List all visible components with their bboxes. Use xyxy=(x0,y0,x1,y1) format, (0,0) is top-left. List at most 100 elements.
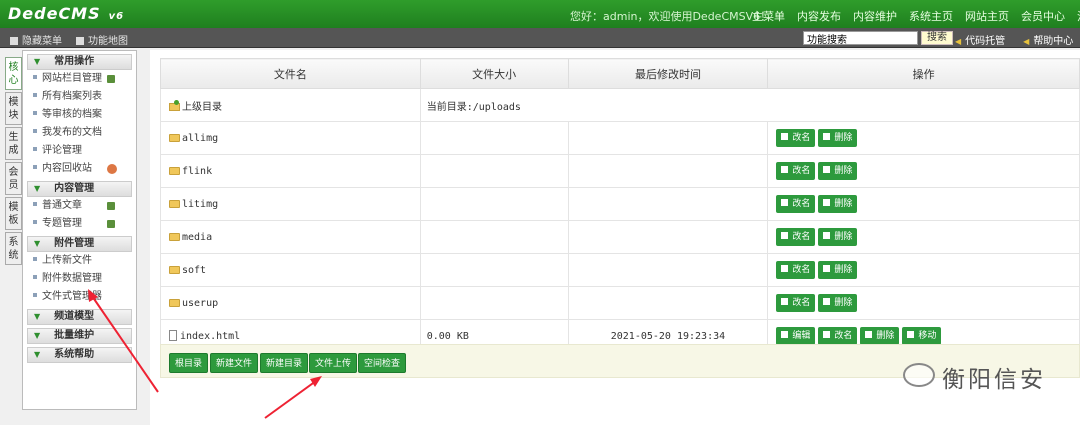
menu-item-articles[interactable]: 普通文章 xyxy=(23,197,136,215)
delete-button[interactable]: 删除 xyxy=(818,294,858,312)
delete-button[interactable]: 删除 xyxy=(818,129,858,147)
folder-up-icon xyxy=(169,99,180,111)
main-content: 文件名 文件大小 最后修改时间 操作 上级目录 当前目录:/uploads al… xyxy=(150,50,1080,425)
add-icon[interactable] xyxy=(107,220,115,228)
menu-group-label: 频道模型 xyxy=(54,311,95,322)
filename-link[interactable]: soft xyxy=(182,265,206,276)
function-map-link[interactable]: 功能地图 xyxy=(76,32,128,47)
menu-group-channel-model[interactable]: ▼ 频道模型 xyxy=(27,309,132,325)
vtab-system[interactable]: 系统 xyxy=(5,232,22,265)
menu-group-label: 内容管理 xyxy=(54,183,95,194)
chevron-down-icon: ▼ xyxy=(34,312,41,321)
filename-link[interactable]: flink xyxy=(182,166,212,177)
menu-item-column-manage[interactable]: 网站栏目管理 xyxy=(23,70,136,88)
nav-member-center[interactable]: 会员中心 xyxy=(1021,8,1065,24)
menu-item-recycle-bin[interactable]: 内容回收站 xyxy=(23,160,136,178)
menu-item-upload-file[interactable]: 上传新文件 xyxy=(23,252,136,270)
bullet-icon xyxy=(33,165,37,169)
vtab-core[interactable]: 核心 xyxy=(5,57,22,90)
vertical-tabs: 核心 模块 生成 会员 模板 系统 xyxy=(5,57,22,267)
rename-button[interactable]: 改名 xyxy=(776,261,816,279)
filename-link[interactable]: allimg xyxy=(182,133,218,144)
nav-content-publish[interactable]: 内容发布 xyxy=(797,8,841,24)
filename-link[interactable]: userup xyxy=(182,298,218,309)
menu-item-all-archives[interactable]: 所有档案列表 xyxy=(23,88,136,106)
ops-cell: 改名 删除 xyxy=(767,220,1080,254)
filename-cell[interactable]: allimg xyxy=(160,121,421,155)
menu-item-label: 我发布的文档 xyxy=(42,127,102,138)
bullet-icon xyxy=(33,275,37,279)
rename-button[interactable]: 改名 xyxy=(776,294,816,312)
rename-button[interactable]: 改名 xyxy=(776,195,816,213)
filename-cell[interactable]: litimg xyxy=(160,187,421,221)
add-icon[interactable] xyxy=(107,202,115,210)
filename-cell[interactable]: soft xyxy=(160,253,421,287)
edit-button[interactable]: 编辑 xyxy=(776,327,816,345)
filename-link[interactable]: media xyxy=(182,232,212,243)
rename-label: 改名 xyxy=(834,331,853,341)
menu-group-system-help[interactable]: ▼ 系统帮助 xyxy=(27,347,132,363)
move-button[interactable]: 移动 xyxy=(902,327,942,345)
rename-icon xyxy=(781,298,789,305)
filename-cell[interactable]: userup xyxy=(160,286,421,320)
bullet-icon xyxy=(33,111,37,115)
filename-cell[interactable]: media xyxy=(160,220,421,254)
nav-content-maintain[interactable]: 内容维护 xyxy=(853,8,897,24)
bullet-icon xyxy=(33,93,37,97)
bullet-icon xyxy=(33,129,37,133)
menu-item-comments[interactable]: 评论管理 xyxy=(23,142,136,160)
menu-item-attachment-data[interactable]: 附件数据管理 xyxy=(23,270,136,288)
rename-button[interactable]: 改名 xyxy=(776,228,816,246)
folder-icon xyxy=(169,298,180,307)
help-center-link[interactable]: 帮助中心 xyxy=(1023,32,1073,47)
rename-button[interactable]: 改名 xyxy=(776,129,816,147)
vtab-generate[interactable]: 生成 xyxy=(5,127,22,160)
filesize-cell xyxy=(419,220,569,254)
nav-site-home[interactable]: 网站主页 xyxy=(965,8,1009,24)
menu-item-pending-archives[interactable]: 等审核的档案 xyxy=(23,106,136,124)
menu-item-my-documents[interactable]: 我发布的文档 xyxy=(23,124,136,142)
rename-button[interactable]: 改名 xyxy=(776,162,816,180)
delete-button[interactable]: 删除 xyxy=(818,162,858,180)
file-upload-button[interactable]: 文件上传 xyxy=(309,353,358,373)
rename-button[interactable]: 改名 xyxy=(818,327,858,345)
menu-group-batch-maintain[interactable]: ▼ 批量维护 xyxy=(27,328,132,344)
add-icon[interactable] xyxy=(107,75,115,83)
welcome-text: 您好：admin，欢迎使用DedeCMSV6！ xyxy=(570,10,772,23)
filename-cell[interactable]: flink xyxy=(160,154,421,188)
delete-button[interactable]: 删除 xyxy=(818,228,858,246)
menu-group-attachments[interactable]: ▼ 附件管理 xyxy=(27,236,132,252)
search-button[interactable]: 搜索 xyxy=(921,31,953,45)
folder-icon xyxy=(169,133,180,142)
modified-cell xyxy=(567,220,769,254)
delete-button[interactable]: 删除 xyxy=(860,327,900,345)
hide-menu-link[interactable]: 隐藏菜单 xyxy=(10,32,62,47)
rename-label: 改名 xyxy=(792,298,811,308)
menu-group-common[interactable]: ▼ 常用操作 xyxy=(27,54,132,70)
space-check-button[interactable]: 空间检查 xyxy=(358,353,407,373)
code-hosting-link[interactable]: 代码托管 xyxy=(955,32,1005,47)
vtab-template[interactable]: 模板 xyxy=(5,197,22,230)
nav-main-menu[interactable]: 主菜单 xyxy=(752,8,785,24)
new-dir-button[interactable]: 新建目录 xyxy=(260,353,309,373)
delete-button[interactable]: 删除 xyxy=(818,195,858,213)
rename-icon xyxy=(781,133,789,140)
filename-link[interactable]: litimg xyxy=(182,199,218,210)
menu-item-topics[interactable]: 专题管理 xyxy=(23,215,136,233)
menu-group-label: 附件管理 xyxy=(54,238,95,249)
menu-item-file-manager[interactable]: 文件式管理器 xyxy=(23,288,136,306)
parent-dir-link[interactable]: 上级目录 xyxy=(182,102,222,113)
nav-system-home[interactable]: 系统主页 xyxy=(909,8,953,24)
table-header-row: 文件名 文件大小 最后修改时间 操作 xyxy=(160,58,1080,89)
function-search-input[interactable] xyxy=(803,31,918,45)
menu-group-content[interactable]: ▼ 内容管理 xyxy=(27,181,132,197)
parent-dir-cell[interactable]: 上级目录 xyxy=(160,88,421,122)
move-label: 移动 xyxy=(918,331,937,341)
menu-item-label: 评论管理 xyxy=(42,145,82,156)
new-file-button[interactable]: 新建文件 xyxy=(210,353,259,373)
filename-link[interactable]: index.html xyxy=(180,331,240,342)
delete-button[interactable]: 删除 xyxy=(818,261,858,279)
root-dir-button[interactable]: 根目录 xyxy=(169,353,209,373)
vtab-member[interactable]: 会员 xyxy=(5,162,22,195)
vtab-module[interactable]: 模块 xyxy=(5,92,22,125)
